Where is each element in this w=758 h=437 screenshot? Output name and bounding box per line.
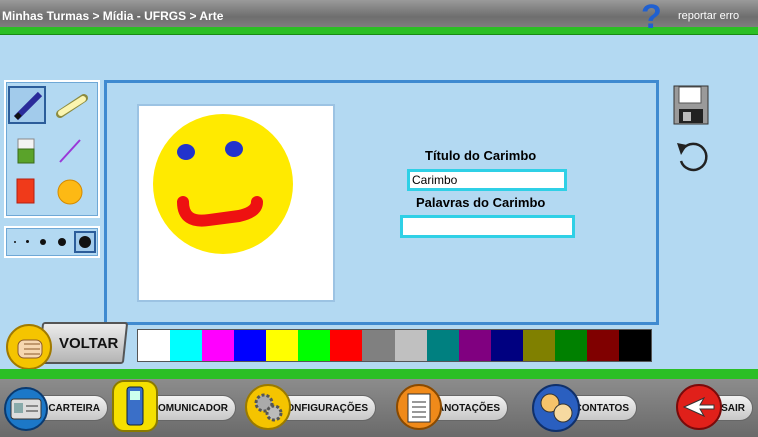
color-swatch-2[interactable]	[202, 330, 235, 361]
nav-contacts-label: CONTATOS	[574, 402, 629, 414]
brush-size-xlarge-selected[interactable]	[74, 231, 96, 253]
color-swatch-11[interactable]	[490, 330, 523, 361]
brush-size-selector	[4, 226, 100, 258]
color-swatch-4[interactable]	[266, 330, 299, 361]
line-icon	[59, 139, 81, 163]
save-button[interactable]	[673, 85, 709, 125]
bottom-bar-stripe	[0, 369, 758, 379]
stamp-title-label: Título do Carimbo	[425, 148, 537, 163]
brush-size-tiny[interactable]	[14, 241, 16, 243]
stamp-title-input[interactable]	[407, 169, 567, 191]
breadcrumb[interactable]: Minhas Turmas > Mídia - UFRGS > Arte	[2, 9, 223, 23]
nav-wallet-label: CARTEIRA	[48, 402, 100, 414]
notepad-icon[interactable]	[396, 384, 442, 430]
nav-communicator-label: COMUNICADOR	[150, 402, 228, 414]
color-swatch-0[interactable]	[138, 330, 171, 361]
color-swatch-3[interactable]	[234, 330, 267, 361]
color-swatch-10[interactable]	[458, 330, 491, 361]
contacts-icon[interactable]	[532, 384, 580, 432]
color-swatch-12[interactable]	[522, 330, 555, 361]
brush-size-small[interactable]	[26, 240, 29, 243]
stamp-words-input[interactable]	[400, 215, 575, 238]
color-swatch-6[interactable]	[330, 330, 363, 361]
stamp-words-label: Palavras do Carimbo	[416, 195, 546, 210]
chalk-icon	[56, 94, 88, 118]
color-swatch-14[interactable]	[586, 330, 619, 361]
color-swatch-9[interactable]	[426, 330, 459, 361]
pencil-icon	[13, 91, 43, 121]
brush-size-xlarge	[79, 236, 91, 248]
nav-exit-label: SAIR	[721, 402, 745, 414]
circle-tool-button[interactable]	[51, 172, 89, 210]
circle-icon	[57, 179, 83, 205]
rectangle-icon	[16, 178, 35, 204]
smiley-drawing	[153, 114, 293, 254]
color-swatch-1[interactable]	[170, 330, 203, 361]
brush-size-medium[interactable]	[40, 239, 46, 245]
back-button-label: VOLTAR	[58, 334, 118, 352]
notepad-glyph	[407, 393, 431, 423]
exit-arrow-glyph	[682, 396, 715, 418]
undo-icon	[677, 142, 708, 172]
wallet-card-glyph	[10, 398, 42, 420]
color-swatch-8[interactable]	[394, 330, 427, 361]
color-swatch-15[interactable]	[618, 330, 651, 361]
eraser-tool-button[interactable]	[6, 132, 44, 170]
pencil-tool-button[interactable]	[8, 86, 46, 124]
hand-icon[interactable]	[6, 324, 52, 370]
phone-glyph	[126, 386, 144, 426]
gears-glyph	[254, 393, 283, 422]
color-swatch-5[interactable]	[298, 330, 331, 361]
nav-notes-label: ANOTAÇÕES	[436, 402, 500, 414]
color-swatch-7[interactable]	[362, 330, 395, 361]
drawing-canvas[interactable]	[137, 104, 335, 302]
line-tool-button[interactable]	[50, 132, 88, 170]
color-swatch-13[interactable]	[554, 330, 587, 361]
report-error-link[interactable]: reportar erro	[678, 10, 739, 22]
floppy-disk-icon	[673, 85, 709, 125]
rectangle-tool-button[interactable]	[6, 172, 44, 210]
undo-button[interactable]	[673, 137, 711, 175]
chalk-tool-button[interactable]	[53, 86, 91, 124]
nav-settings-label: CONFIGURAÇÕES	[279, 402, 368, 414]
help-icon[interactable]: ?	[641, 0, 662, 34]
exit-icon[interactable]	[676, 384, 722, 430]
contacts-glyph	[540, 393, 573, 423]
gears-icon[interactable]	[245, 384, 291, 430]
eraser-icon	[17, 138, 35, 164]
color-palette	[137, 329, 652, 362]
brush-size-large[interactable]	[58, 238, 66, 246]
phone-icon[interactable]	[112, 380, 158, 432]
wallet-icon[interactable]	[4, 387, 48, 431]
hand-glyph	[17, 339, 43, 359]
